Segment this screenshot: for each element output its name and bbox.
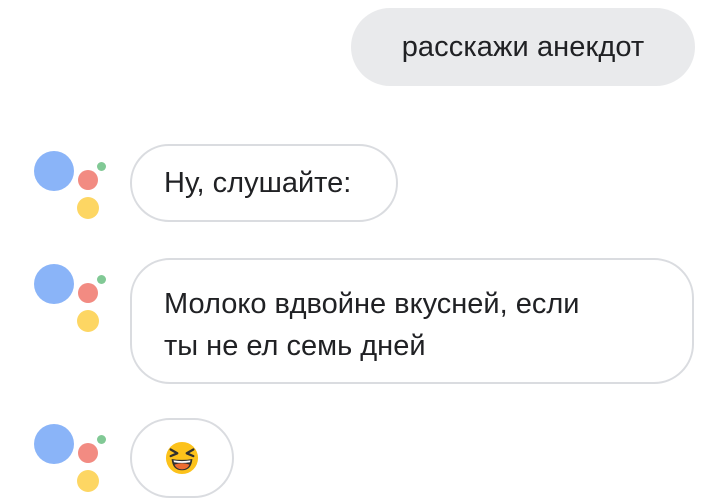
assistant-joke-line-1: Молоко вдвойне вкусней, если	[164, 288, 580, 320]
assistant-message-bubble: Ну, слушайте:	[130, 144, 398, 222]
laughing-squinting-face-icon	[165, 441, 199, 475]
assistant-message-text: Ну, слушайте:	[164, 166, 352, 199]
assistant-joke-bubble: Молоко вдвойне вкусней, если ты не ел се…	[130, 258, 694, 384]
google-assistant-logo-icon	[34, 145, 114, 225]
google-assistant-logo-icon	[34, 258, 114, 338]
assistant-joke-line-2: ты не ел семь дней	[164, 330, 426, 362]
google-assistant-logo-icon	[34, 418, 114, 498]
user-message-bubble: расскажи анекдот	[351, 8, 695, 86]
user-message-text: расскажи анекдот	[401, 30, 645, 63]
assistant-emoji-bubble	[130, 418, 234, 498]
